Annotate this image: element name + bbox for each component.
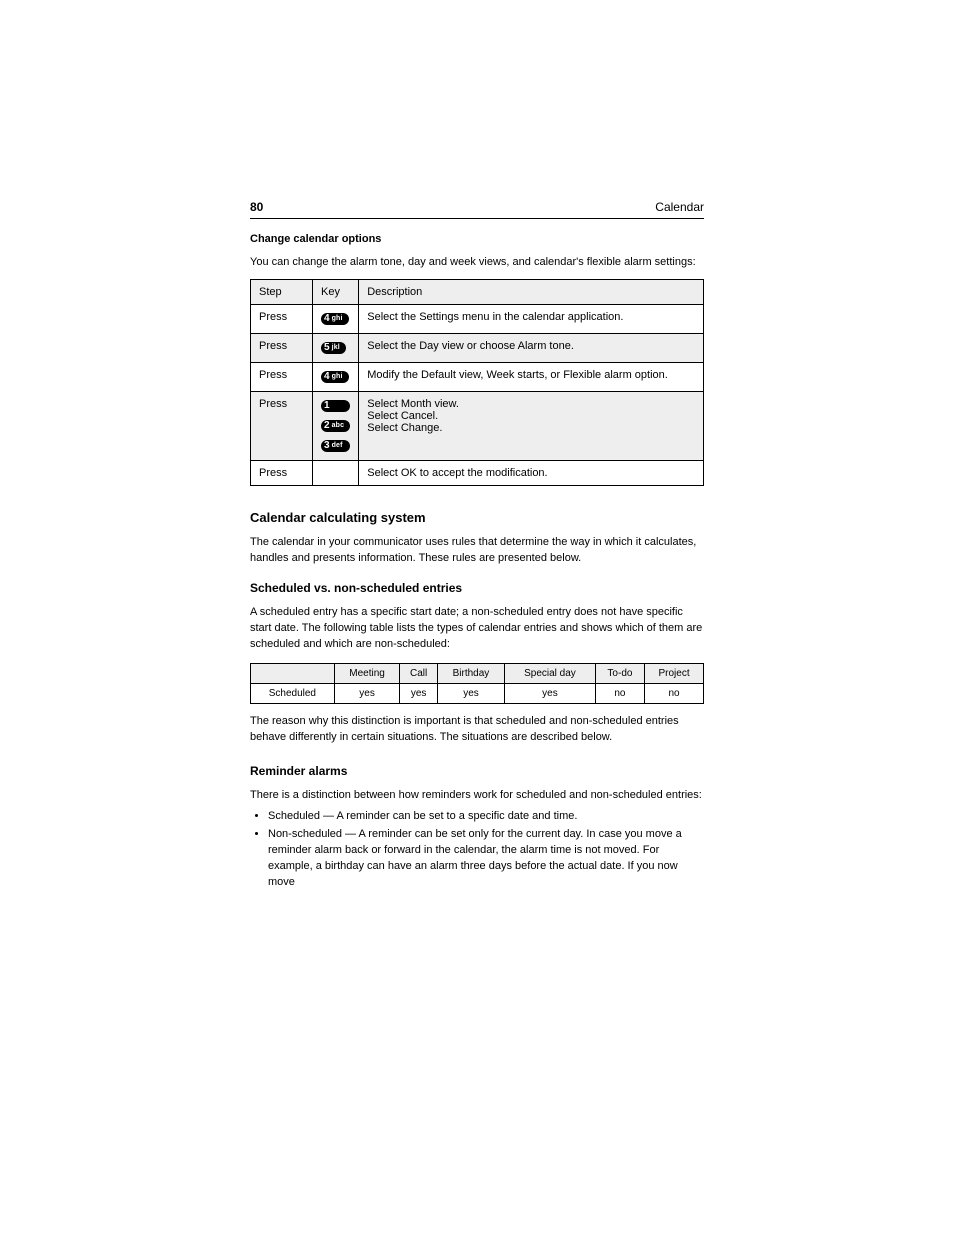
- menu-desc-line: Select Month view.: [367, 398, 695, 410]
- intro-subhead: Change calendar options: [250, 233, 704, 245]
- sched-th-todo: To-do: [595, 663, 644, 683]
- reminder-bullet: Non-scheduled — A reminder can be set on…: [268, 827, 704, 891]
- reminder-list: Scheduled — A reminder can be set to a s…: [250, 809, 704, 891]
- keypad-5-icon: 5jkl: [321, 342, 346, 354]
- sched-heading: Scheduled vs. non-scheduled entries: [250, 581, 704, 595]
- menu-desc: Modify the Default view, Week starts, or…: [359, 362, 704, 391]
- menu-key: 4ghi: [313, 304, 359, 333]
- menu-desc: Select Month view. Select Cancel. Select…: [359, 391, 704, 460]
- sched-cell: yes: [437, 683, 504, 703]
- menu-step: Press: [251, 460, 313, 485]
- reminder-paragraph: There is a distinction between how remin…: [250, 788, 704, 804]
- sched-th-birthday: Birthday: [437, 663, 504, 683]
- menu-header-step: Step: [251, 279, 313, 304]
- sched-cell: yes: [505, 683, 596, 703]
- sched-cell: no: [595, 683, 644, 703]
- running-header: 80 Calendar: [250, 200, 704, 219]
- calc-paragraph: The calendar in your communicator uses r…: [250, 535, 704, 567]
- sched-th-call: Call: [400, 663, 437, 683]
- menu-desc-line: Select Cancel.: [367, 410, 695, 422]
- sched-th-meeting: Meeting: [334, 663, 400, 683]
- menu-header-desc: Description: [359, 279, 704, 304]
- menu-desc-line: Select Change.: [367, 422, 695, 434]
- sched-note: The reason why this distinction is impor…: [250, 714, 704, 746]
- sched-paragraph: A scheduled entry has a specific start d…: [250, 605, 704, 653]
- menu-key: [313, 460, 359, 485]
- intro-paragraph: You can change the alarm tone, day and w…: [250, 255, 704, 271]
- sched-cell: no: [645, 683, 704, 703]
- sched-table: Meeting Call Birthday Special day To-do …: [250, 663, 704, 704]
- sched-cell: yes: [400, 683, 437, 703]
- menu-header-key: Key: [313, 279, 359, 304]
- sched-cell: yes: [334, 683, 400, 703]
- sched-row-label: Scheduled: [251, 683, 335, 703]
- reminder-bullet: Scheduled — A reminder can be set to a s…: [268, 809, 704, 825]
- menu-table: Step Key Description Press 4ghi Select t…: [250, 279, 704, 486]
- menu-step: Press: [251, 304, 313, 333]
- header-section: 80: [250, 200, 263, 214]
- menu-step: Press: [251, 333, 313, 362]
- reminder-heading: Reminder alarms: [250, 764, 704, 778]
- menu-key: 5jkl: [313, 333, 359, 362]
- header-title: Calendar: [655, 200, 704, 214]
- menu-step: Press: [251, 391, 313, 460]
- calc-heading: Calendar calculating system: [250, 510, 704, 525]
- menu-desc: Select the Settings menu in the calendar…: [359, 304, 704, 333]
- keypad-3-icon: 3def: [321, 440, 350, 452]
- menu-desc: Select OK to accept the modification.: [359, 460, 704, 485]
- sched-th-blank: [251, 663, 335, 683]
- keypad-2-icon: 2abc: [321, 420, 350, 432]
- keypad-1-icon: 1: [321, 400, 350, 412]
- menu-desc: Select the Day view or choose Alarm tone…: [359, 333, 704, 362]
- menu-key: 1 2abc 3def: [313, 391, 359, 460]
- sched-th-project: Project: [645, 663, 704, 683]
- menu-key: 4ghi: [313, 362, 359, 391]
- keypad-4-icon: 4ghi: [321, 371, 349, 383]
- menu-step: Press: [251, 362, 313, 391]
- sched-th-special: Special day: [505, 663, 596, 683]
- keypad-4-icon: 4ghi: [321, 313, 349, 325]
